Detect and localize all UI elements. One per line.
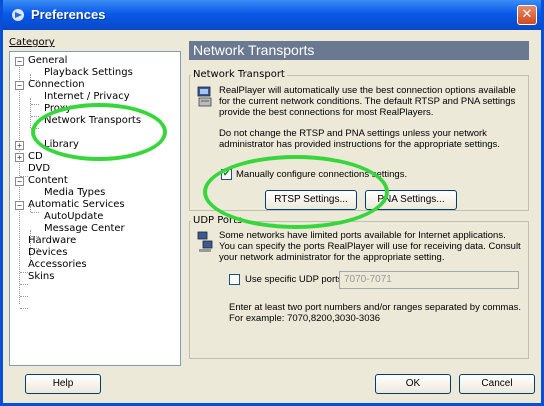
expand-icon[interactable]: + (15, 141, 24, 150)
realplayer-icon (12, 9, 24, 21)
udp-ports-label: UDP Ports (191, 215, 245, 226)
settings-panel: Network Transports Network Transport Rea… (189, 41, 529, 366)
collapse-icon[interactable]: − (15, 177, 24, 186)
tree-item-proxy[interactable]: Proxy (44, 103, 71, 115)
tree-item-network-transports[interactable]: Network Transports (44, 115, 141, 127)
ok-button[interactable]: OK (375, 374, 451, 394)
udp-ports-description: Some networks have limited ports availab… (219, 230, 521, 263)
tree-item-skins[interactable]: Skins (28, 271, 54, 283)
category-tree[interactable]: − General Playback Settings − Connection… (9, 51, 181, 366)
tree-item-cd[interactable]: CD (28, 151, 43, 163)
tree-item-automatic-services[interactable]: Automatic Services (28, 199, 125, 211)
network-transport-warning: Do not change the RTSP and PNA settings … (219, 128, 500, 150)
udp-ports-field[interactable]: 7070-7071 (339, 271, 519, 289)
network-transport-label: Network Transport (191, 69, 287, 80)
tree-item-accessories[interactable]: Accessories (28, 259, 87, 271)
cancel-button[interactable]: Cancel (459, 374, 535, 394)
preferences-window: Preferences ✕ Category − General Playbac… (0, 0, 544, 406)
window-title: Preferences (31, 7, 106, 22)
use-udp-ports-checkbox[interactable] (229, 274, 240, 285)
tree-branch-line (31, 104, 39, 105)
use-udp-ports-label[interactable]: Use specific UDP ports: (245, 274, 345, 285)
tree-item-general[interactable]: General (28, 55, 67, 67)
tree-item-hardware[interactable]: Hardware (28, 235, 76, 247)
manual-configure-label[interactable]: Manually configure connections settings. (236, 169, 407, 180)
tree-item-media-types[interactable]: Media Types (44, 187, 105, 199)
tree-branch-line (31, 128, 39, 129)
tree-branch-line (30, 98, 31, 128)
collapse-icon[interactable]: − (15, 57, 24, 66)
tree-branch-line (20, 284, 28, 285)
tree-item-internet-privacy[interactable]: Internet / Privacy (44, 91, 130, 103)
title-bar: Preferences ✕ (3, 0, 541, 30)
tree-branch-line (20, 308, 28, 309)
tree-branch-line (20, 296, 28, 297)
pna-settings-button[interactable]: PNA Settings... (365, 190, 457, 210)
tree-item-library[interactable]: Library (44, 139, 79, 151)
expand-icon[interactable]: + (15, 153, 24, 162)
close-button[interactable]: ✕ (517, 5, 537, 25)
udp-ports-hint: Enter at least two port numbers and/or r… (229, 302, 522, 324)
tree-item-autoupdate[interactable]: AutoUpdate (44, 211, 103, 223)
panel-title: Network Transports (189, 41, 529, 60)
help-button[interactable]: Help (25, 374, 101, 394)
tree-item-dvd[interactable]: DVD (28, 163, 50, 175)
tree-item-playback-settings[interactable]: Playback Settings (44, 67, 133, 79)
tree-branch-line (20, 272, 28, 273)
network-ports-icon (197, 231, 213, 252)
network-transport-description: RealPlayer will automatically use the be… (219, 85, 516, 118)
tree-branch-line (31, 116, 39, 117)
rtsp-settings-button[interactable]: RTSP Settings... (265, 190, 357, 210)
category-label: Category (9, 37, 55, 48)
tree-item-devices[interactable]: Devices (28, 247, 67, 259)
network-computer-icon (197, 86, 212, 107)
manual-configure-checkbox[interactable]: ✔ (221, 169, 232, 180)
collapse-icon[interactable]: − (15, 81, 24, 90)
tree-item-connection[interactable]: Connection (28, 79, 85, 91)
tree-item-message-center[interactable]: Message Center (44, 223, 125, 235)
tree-item-content[interactable]: Content (28, 175, 68, 187)
collapse-icon[interactable]: − (15, 201, 24, 210)
tree-branch-line (31, 212, 39, 213)
